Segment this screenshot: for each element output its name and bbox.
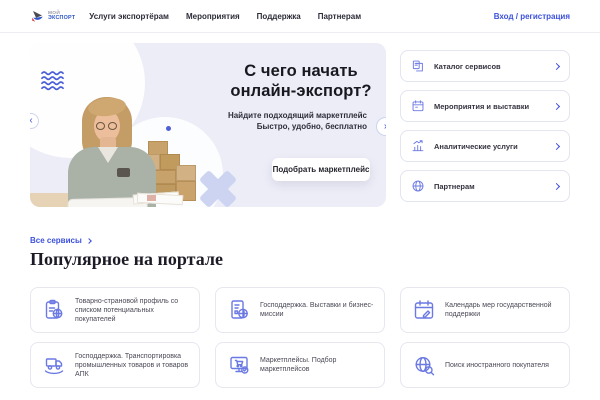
globe-icon bbox=[411, 179, 425, 193]
chevron-right-icon bbox=[86, 238, 92, 244]
main-nav: Услуги экспортёрам Мероприятия Поддержка… bbox=[89, 12, 361, 21]
nav-item-events[interactable]: Мероприятия bbox=[186, 12, 240, 21]
login-register-link[interactable]: Вход / регистрация bbox=[494, 12, 570, 21]
popular-card-label: Маркетплейсы. Подбор маркетплейсов bbox=[260, 356, 374, 374]
hero-subtitle-line2: Быстро, удобно, бесплатно bbox=[222, 121, 367, 132]
popular-card-support-calendar[interactable]: Календарь мер государственной поддержки bbox=[400, 287, 570, 333]
analytics-icon bbox=[411, 139, 425, 153]
sidebar-item-events[interactable]: Мероприятия и выставки bbox=[400, 90, 570, 122]
sidebar-item-analytics[interactable]: Аналитические услуги bbox=[400, 130, 570, 162]
hero-subtitle-line1: Найдите подходящий маркетплейс bbox=[222, 110, 367, 121]
sidebar-item-label: Аналитические услуги bbox=[434, 142, 518, 151]
nav-item-support[interactable]: Поддержка bbox=[257, 12, 301, 21]
all-services-link[interactable]: Все сервисы bbox=[30, 236, 91, 245]
popular-card-label: Поиск иностранного покупателя bbox=[445, 361, 549, 370]
nav-item-partners[interactable]: Партнерам bbox=[318, 12, 361, 21]
catalog-icon bbox=[411, 59, 425, 73]
woman-illustration bbox=[60, 93, 160, 207]
top-navigation-bar: МОЙ ЭКСПОРТ Услуги экспортёрам Мероприят… bbox=[0, 0, 600, 33]
sidebar-item-label: Партнерам bbox=[434, 182, 475, 191]
select-marketplace-button[interactable]: Подобрать маркетплейс bbox=[272, 158, 370, 181]
popular-card-gov-exhibitions[interactable]: Господдержка. Выставки и бизнес-миссии bbox=[215, 287, 385, 333]
chevron-right-icon bbox=[553, 182, 560, 189]
all-services-label: Все сервисы bbox=[30, 236, 82, 245]
cross-shape-decoration bbox=[195, 171, 241, 207]
nav-item-services[interactable]: Услуги экспортёрам bbox=[89, 12, 169, 21]
popular-card-label: Товарно-страновой профиль со списком пот… bbox=[75, 297, 189, 324]
logo-mark-icon bbox=[30, 9, 45, 24]
carousel-next-button[interactable]: › bbox=[376, 117, 386, 136]
page: МОЙ ЭКСПОРТ Услуги экспортёрам Мероприят… bbox=[0, 0, 600, 400]
hero-title-line2: онлайн-экспорт? bbox=[222, 81, 380, 101]
sidebar-item-partners[interactable]: Партнерам bbox=[400, 170, 570, 202]
glasses-illustration bbox=[95, 122, 119, 131]
popular-card-transport-support[interactable]: Господдержка. Транспортировка промышленн… bbox=[30, 342, 200, 388]
chevron-right-icon bbox=[553, 62, 560, 69]
chevron-right-icon bbox=[553, 142, 560, 149]
blue-dot-decoration bbox=[166, 126, 171, 131]
sidebar-item-label: Мероприятия и выставки bbox=[434, 102, 529, 111]
monitor-cart-icon bbox=[227, 353, 251, 377]
logo-line2: ЭКСПОРТ bbox=[48, 16, 75, 22]
document-globe-icon bbox=[227, 298, 251, 322]
hero-title-line1: С чего начать bbox=[222, 61, 380, 81]
hero-title: С чего начать онлайн-экспорт? bbox=[222, 61, 380, 101]
popular-card-label: Господдержка. Транспортировка промышленн… bbox=[75, 352, 189, 379]
popular-section-title: Популярное на портале bbox=[30, 249, 223, 270]
clipboard-globe-icon bbox=[42, 298, 66, 322]
logo-text: МОЙ ЭКСПОРТ bbox=[48, 11, 75, 22]
calendar-icon bbox=[411, 99, 425, 113]
chevron-right-icon bbox=[553, 102, 560, 109]
popular-card-label: Господдержка. Выставки и бизнес-миссии bbox=[260, 301, 374, 319]
sidebar-item-label: Каталог сервисов bbox=[434, 62, 501, 71]
popular-card-foreign-buyer-search[interactable]: Поиск иностранного покупателя bbox=[400, 342, 570, 388]
papers-illustration bbox=[133, 192, 183, 205]
popular-card-country-profile[interactable]: Товарно-страновой профиль со списком пот… bbox=[30, 287, 200, 333]
site-logo[interactable]: МОЙ ЭКСПОРТ bbox=[30, 9, 75, 24]
hero-carousel-slide: С чего начать онлайн-экспорт? Найдите по… bbox=[30, 43, 386, 207]
calendar-pencil-icon bbox=[412, 298, 436, 322]
hero-text-block: С чего начать онлайн-экспорт? Найдите по… bbox=[222, 61, 380, 132]
popular-card-label: Календарь мер государственной поддержки bbox=[445, 301, 559, 319]
popular-card-marketplace-selection[interactable]: Маркетплейсы. Подбор маркетплейсов bbox=[215, 342, 385, 388]
phone-illustration bbox=[117, 168, 130, 177]
globe-search-icon bbox=[412, 353, 436, 377]
sidebar-item-catalog[interactable]: Каталог сервисов bbox=[400, 50, 570, 82]
truck-hand-icon bbox=[42, 353, 66, 377]
waves-decoration-icon bbox=[41, 71, 67, 91]
hero-subtitle: Найдите подходящий маркетплейс Быстро, у… bbox=[222, 110, 380, 132]
